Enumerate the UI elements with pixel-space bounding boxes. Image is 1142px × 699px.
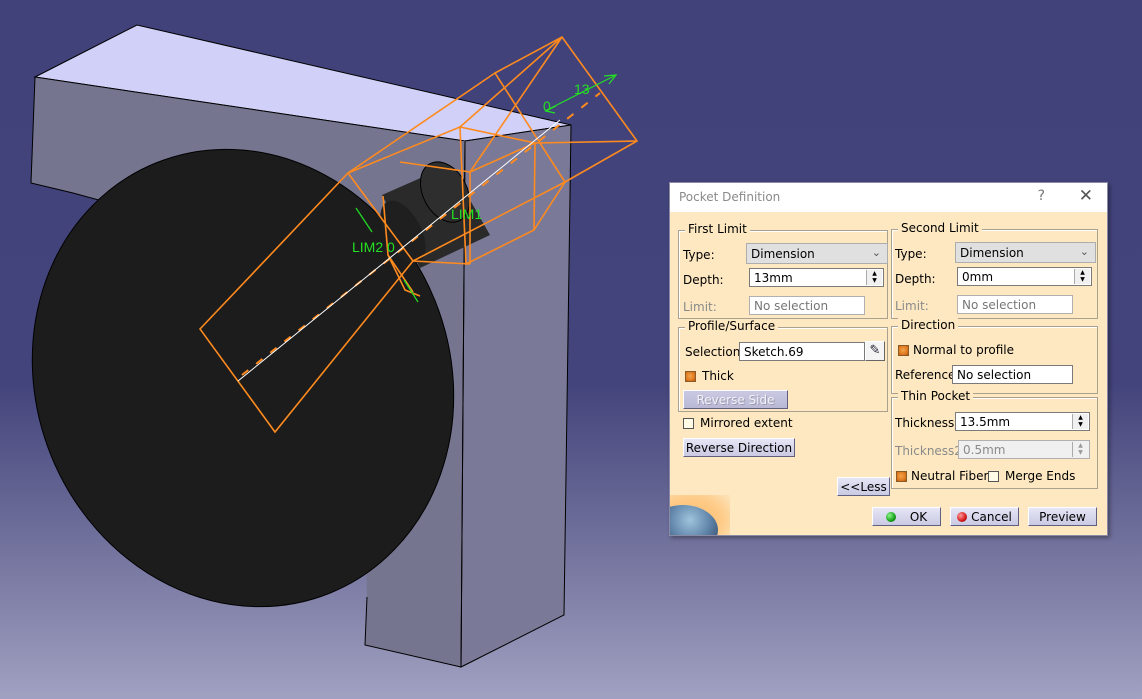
- first-depth-value: 13mm: [754, 271, 793, 285]
- close-button[interactable]: ✕: [1079, 186, 1093, 206]
- help-button[interactable]: ?: [1038, 188, 1045, 204]
- second-depth-label: Depth:: [895, 272, 936, 286]
- reference-value: No selection: [957, 368, 1032, 382]
- profile-surface-group: Profile/Surface Selection: Sketch.69 ✎ T…: [678, 319, 888, 412]
- first-limit-value: No selection: [754, 299, 829, 313]
- first-type-label: Type:: [683, 248, 715, 262]
- spinner-arrows-icon[interactable]: ▲ ▼: [866, 270, 882, 285]
- normal-to-profile-checkbox[interactable]: [898, 345, 909, 356]
- lim2-value-label: 0: [387, 239, 395, 255]
- second-type-label: Type:: [895, 247, 927, 261]
- lim2-label: LIM2: [352, 239, 383, 255]
- second-type-value: Dimension: [960, 246, 1024, 260]
- reference-field[interactable]: No selection: [952, 365, 1073, 384]
- second-limit-label: Limit:: [895, 299, 929, 313]
- spinner-arrows-icon[interactable]: ▲ ▼: [1072, 414, 1088, 429]
- dialog-titlebar[interactable]: Pocket Definition ? ✕: [670, 183, 1107, 212]
- first-type-value: Dimension: [751, 247, 815, 261]
- direction-title: Direction: [898, 318, 959, 332]
- less-button[interactable]: <<Less: [837, 477, 890, 496]
- merge-ends-label: Merge Ends: [1005, 469, 1076, 483]
- selection-value: Sketch.69: [744, 345, 804, 359]
- cancel-red-icon: [957, 512, 968, 522]
- chevron-down-icon: ⌄: [871, 246, 881, 259]
- dialog-title: Pocket Definition: [679, 190, 781, 204]
- cancel-button[interactable]: Cancel: [950, 507, 1019, 526]
- ok-label: OK: [909, 510, 928, 524]
- thick-label: Thick: [702, 369, 734, 383]
- thin-pocket-group: Thin Pocket Thickness1 13.5mm ▲ ▼ Thickne…: [891, 389, 1098, 489]
- thickness1-input[interactable]: 13.5mm ▲ ▼: [955, 412, 1090, 431]
- thick-checkbox[interactable]: [685, 371, 696, 382]
- lim1-label: LIM1: [451, 206, 482, 222]
- profile-surface-title: Profile/Surface: [685, 319, 779, 333]
- thickness2-label: Thickness2:: [895, 444, 966, 458]
- thickness2-value: 0.5mm: [963, 443, 1006, 457]
- selection-label: Selection:: [685, 345, 745, 359]
- normal-to-profile-label: Normal to profile: [913, 343, 1014, 357]
- first-depth-label: Depth:: [683, 273, 724, 287]
- depth-start-label: 0: [543, 98, 551, 114]
- reverse-side-button[interactable]: Reverse Side: [683, 390, 788, 409]
- mirrored-extent-checkbox[interactable]: [683, 418, 694, 429]
- second-limit-value: No selection: [962, 298, 1037, 312]
- catia-globe-logo: [670, 495, 730, 535]
- direction-group: Direction Normal to profile Reference: N…: [891, 318, 1098, 394]
- thin-pocket-title: Thin Pocket: [898, 389, 974, 403]
- thickness1-value: 13.5mm: [960, 415, 1011, 429]
- thickness2-input[interactable]: 0.5mm ▲ ▼: [958, 440, 1090, 459]
- second-limit-field[interactable]: No selection: [957, 295, 1073, 314]
- first-type-combo[interactable]: Dimension ⌄: [746, 243, 888, 264]
- second-depth-value: 0mm: [962, 270, 994, 284]
- reference-label: Reference:: [895, 368, 960, 382]
- sketcher-edit-icon[interactable]: ✎: [865, 341, 885, 361]
- depth-end-label: 13: [574, 81, 590, 97]
- neutral-fiber-label: Neutral Fiber: [911, 469, 989, 483]
- pocket-definition-dialog: Pocket Definition ? ✕ First Limit Type: …: [669, 182, 1108, 536]
- reverse-direction-button[interactable]: Reverse Direction: [683, 438, 795, 457]
- preview-button[interactable]: Preview: [1028, 507, 1097, 526]
- second-type-combo[interactable]: Dimension ⌄: [955, 242, 1096, 263]
- selection-input[interactable]: Sketch.69: [739, 342, 865, 361]
- first-limit-title: First Limit: [685, 222, 750, 236]
- neutral-fiber-checkbox[interactable]: [896, 471, 907, 482]
- second-limit-title: Second Limit: [898, 221, 982, 235]
- thickness1-label: Thickness1: [895, 416, 962, 430]
- first-limit-group: First Limit Type: Dimension ⌄ Depth: 13m…: [678, 222, 888, 319]
- merge-ends-checkbox[interactable]: [988, 471, 999, 482]
- second-limit-group: Second Limit Type: Dimension ⌄ Depth: 0m…: [891, 221, 1098, 319]
- first-limit-label: Limit:: [683, 300, 717, 314]
- spinner-arrows-icon[interactable]: ▲ ▼: [1072, 442, 1088, 457]
- cancel-label: Cancel: [971, 510, 1012, 524]
- chevron-down-icon: ⌄: [1079, 245, 1089, 258]
- ok-green-icon: [885, 512, 896, 522]
- spinner-arrows-icon[interactable]: ▲ ▼: [1074, 269, 1090, 284]
- first-limit-field[interactable]: No selection: [749, 296, 865, 315]
- first-depth-input[interactable]: 13mm ▲ ▼: [749, 268, 884, 287]
- mirrored-extent-label: Mirrored extent: [700, 416, 793, 430]
- second-depth-input[interactable]: 0mm ▲ ▼: [957, 267, 1092, 286]
- ok-button[interactable]: OK: [872, 507, 941, 526]
